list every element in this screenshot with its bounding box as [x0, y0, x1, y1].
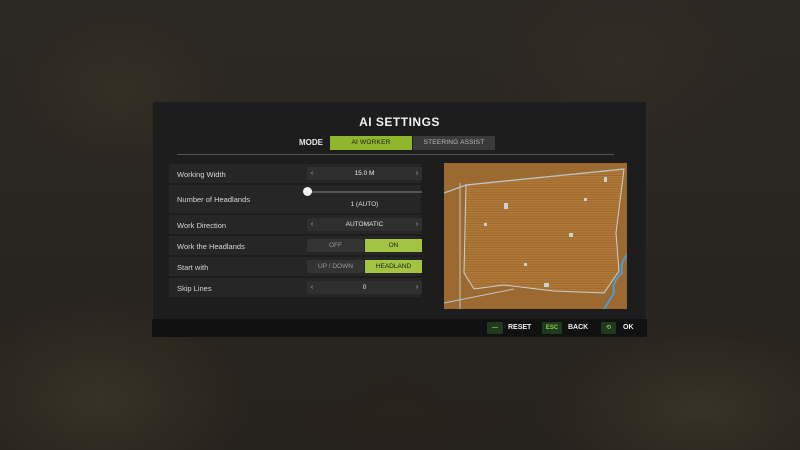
setting-row-headlands: Number of Headlands 1 (AUTO) — [169, 185, 422, 213]
reset-key-icon: — — [487, 322, 503, 334]
divider — [177, 154, 614, 155]
esc-key-icon: ESC — [542, 322, 562, 334]
working-width-value: 15.0 M — [354, 170, 375, 177]
chevron-right-icon[interactable]: › — [412, 281, 422, 294]
chevron-right-icon[interactable]: › — [412, 167, 422, 180]
chevron-right-icon[interactable]: › — [412, 218, 422, 231]
mode-steering-assist-button[interactable]: STEERING ASSIST — [413, 136, 495, 150]
ai-settings-dialog: AI SETTINGS MODE AI WORKER STEERING ASSI… — [152, 101, 647, 337]
headlands-slider-track[interactable] — [309, 191, 422, 193]
chevron-left-icon[interactable]: ‹ — [307, 281, 317, 294]
work-headlands-on-button[interactable]: ON — [365, 239, 422, 252]
working-width-stepper[interactable]: ‹ 15.0 M › — [307, 167, 422, 180]
back-label: BACK — [568, 324, 589, 331]
field-map-preview — [444, 163, 627, 309]
setting-row-work-headlands: Work the Headlands OFF ON — [169, 236, 422, 255]
start-with-headland-button[interactable]: HEADLAND — [365, 260, 422, 273]
headlands-slider-knob[interactable] — [303, 187, 312, 196]
working-width-label: Working Width — [177, 170, 226, 179]
reset-label: RESET — [508, 324, 532, 331]
work-direction-stepper[interactable]: ‹ AUTOMATIC › — [307, 218, 422, 231]
back-button[interactable]: ESC BACK — [542, 322, 592, 334]
headlands-value: 1 (AUTO) — [350, 201, 379, 208]
mode-ai-worker-button[interactable]: AI WORKER — [330, 136, 412, 150]
work-direction-label: Work Direction — [177, 221, 227, 230]
mode-label: MODE — [299, 138, 323, 147]
skip-lines-value: 0 — [362, 284, 367, 291]
mode-selector: MODE AI WORKER STEERING ASSIST — [153, 136, 646, 150]
confirm-key-icon: ⟲ — [601, 322, 616, 334]
chevron-left-icon[interactable]: ‹ — [307, 167, 317, 180]
setting-row-start-with: Start with UP / DOWN HEADLAND — [169, 257, 422, 276]
ok-label: OK — [623, 324, 634, 331]
start-with-updown-button[interactable]: UP / DOWN — [307, 260, 364, 273]
ok-button[interactable]: ⟲ OK — [601, 322, 637, 334]
skip-lines-stepper[interactable]: ‹ 0 › — [307, 281, 422, 294]
skip-lines-label: Skip Lines — [177, 284, 212, 293]
reset-button[interactable]: — RESET — [487, 322, 532, 334]
chevron-left-icon[interactable]: ‹ — [307, 218, 317, 231]
dialog-title: AI SETTINGS — [359, 115, 440, 129]
footer-bar: — RESET ESC BACK ⟲ OK — [152, 319, 647, 337]
work-headlands-off-button[interactable]: OFF — [307, 239, 364, 252]
work-direction-value: AUTOMATIC — [345, 221, 384, 228]
headlands-label: Number of Headlands — [177, 195, 250, 204]
setting-row-skip-lines: Skip Lines ‹ 0 › — [169, 278, 422, 297]
setting-row-work-direction: Work Direction ‹ AUTOMATIC › — [169, 215, 422, 234]
field-map-svg — [444, 163, 627, 309]
work-headlands-label: Work the Headlands — [177, 242, 245, 251]
setting-row-working-width: Working Width ‹ 15.0 M › — [169, 164, 422, 183]
start-with-label: Start with — [177, 263, 209, 272]
